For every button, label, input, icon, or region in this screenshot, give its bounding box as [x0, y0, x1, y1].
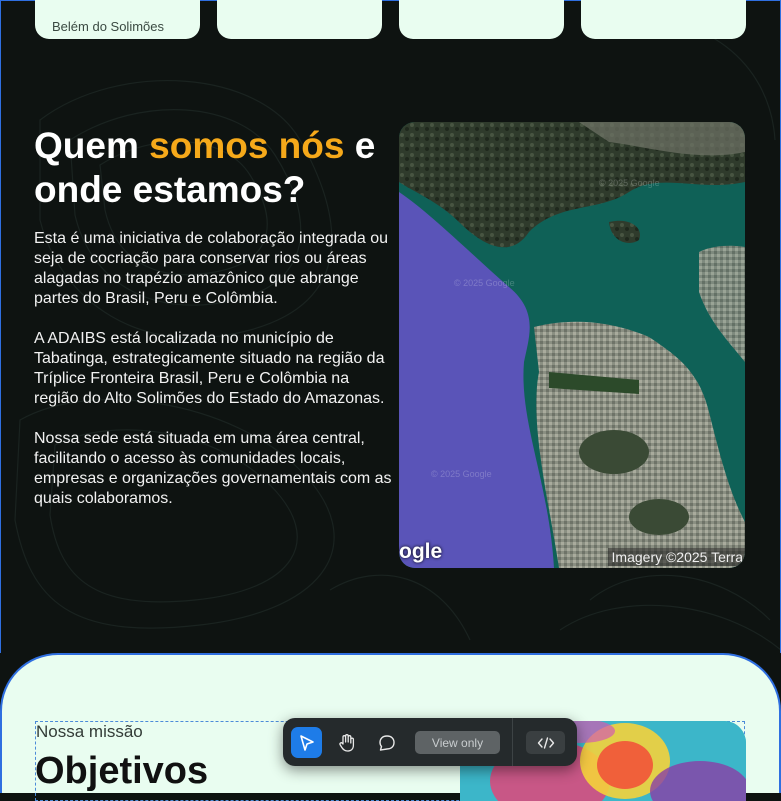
- pointer-icon: [299, 734, 314, 751]
- paragraph: Esta é uma iniciativa de colaboração int…: [34, 230, 388, 307]
- comment-tool-button[interactable]: [371, 727, 402, 758]
- hand-tool-button[interactable]: [331, 727, 362, 758]
- mission-title: Objetivos: [35, 750, 209, 792]
- code-view-button[interactable]: [526, 731, 565, 754]
- editor-toolbar: View only: [283, 718, 577, 766]
- satellite-map[interactable]: © 2025 Google © 2025 Google © 2025 Googl…: [399, 122, 745, 568]
- map-watermark: © 2025 Google: [599, 178, 660, 188]
- section-heading: Quem somos nós e onde estamos?: [34, 124, 394, 212]
- map-watermark: © 2025 Google: [431, 469, 492, 479]
- map-provider-logo[interactable]: ogle: [399, 540, 442, 564]
- location-cards: Belém do Solimões: [0, 0, 781, 40]
- satellite-imagery: [399, 122, 745, 568]
- comment-icon: [378, 734, 395, 751]
- location-card[interactable]: [399, 0, 564, 39]
- card-caption: Belém do Solimões: [52, 19, 164, 34]
- paragraph: A ADAIBS está localizada no município de…: [34, 330, 385, 407]
- toolbar-divider: [512, 718, 513, 766]
- view-only-badge[interactable]: View only: [415, 731, 500, 754]
- pointer-tool-button[interactable]: [291, 727, 322, 758]
- heading-accent: somos nós: [149, 125, 345, 166]
- location-card[interactable]: [217, 0, 382, 39]
- about-description: Esta é uma iniciativa de colaboração int…: [34, 229, 394, 529]
- mission-label: Nossa missão: [36, 722, 143, 741]
- map-watermark: © 2025 Google: [454, 278, 515, 288]
- heading-text: Quem: [34, 125, 150, 166]
- location-card[interactable]: Belém do Solimões: [35, 0, 200, 39]
- paragraph: Nossa sede está situada em uma área cent…: [34, 430, 392, 507]
- location-card[interactable]: [581, 0, 746, 39]
- map-attribution[interactable]: Imagery ©2025 Terra: [607, 548, 745, 566]
- hand-icon: [338, 733, 354, 752]
- code-icon: [537, 736, 554, 749]
